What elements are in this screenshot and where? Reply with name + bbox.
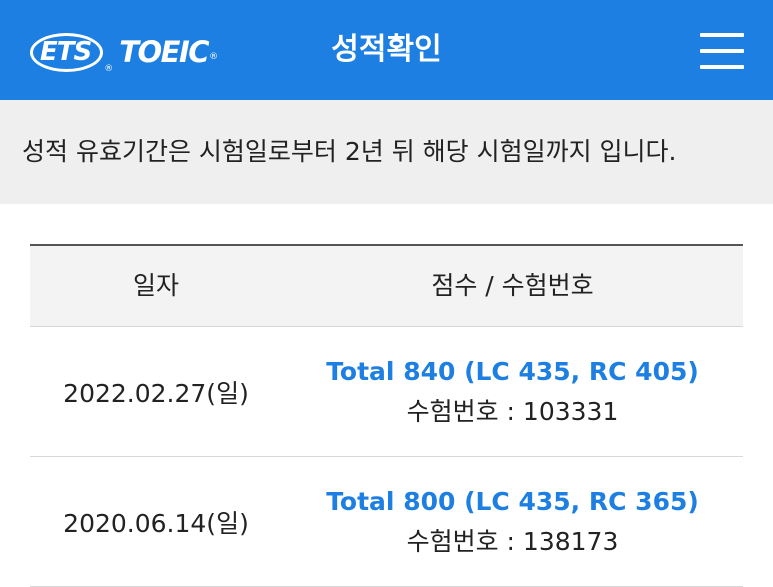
exam-number: 수험번호 : 103331 [406,396,619,426]
exam-number: 수험번호 : 138173 [406,526,619,556]
score-cell: Total 800 (LC 435, RC 365) 수험번호 : 138173 [282,482,743,562]
ets-logo: ETS ® [30,32,113,74]
toeic-logo-text: TOEIC [119,35,209,69]
column-header-date: 일자 [132,271,179,300]
table-row: 2020.06.14(일) Total 800 (LC 435, RC 365)… [30,457,743,587]
table-header: 일자 점수 / 수험번호 [30,244,743,327]
validity-notice: 성적 유효기간은 시험일로부터 2년 뒤 해당 시험일까지 입니다. [0,100,773,204]
validity-notice-text: 성적 유효기간은 시험일로부터 2년 뒤 해당 시험일까지 입니다. [22,137,677,166]
menu-bar [700,65,744,69]
test-date: 2022.02.27(일) [63,378,249,408]
total-score-link[interactable]: Total 800 (LC 435, RC 365) [282,482,743,522]
test-date: 2020.06.14(일) [63,508,249,538]
registered-mark: ® [104,63,113,74]
table-row: 2022.02.27(일) Total 840 (LC 435, RC 405)… [30,327,743,457]
toeic-logo: TOEIC ® [119,35,218,69]
score-cell: Total 840 (LC 435, RC 405) 수험번호 : 103331 [282,352,743,432]
hamburger-menu-icon[interactable] [700,31,744,71]
ets-logo-text: ETS [40,36,92,67]
app-header: ETS ® TOEIC ® 성적확인 [0,0,773,100]
registered-mark: ® [209,52,219,62]
column-header-score: 점수 / 수험번호 [431,271,594,300]
menu-bar [700,49,744,53]
score-table: 일자 점수 / 수험번호 2022.02.27(일) Total 840 (LC… [30,244,743,587]
menu-bar [700,33,744,37]
total-score-link[interactable]: Total 840 (LC 435, RC 405) [282,352,743,392]
ets-toeic-logo[interactable]: ETS ® TOEIC ® [30,30,218,74]
